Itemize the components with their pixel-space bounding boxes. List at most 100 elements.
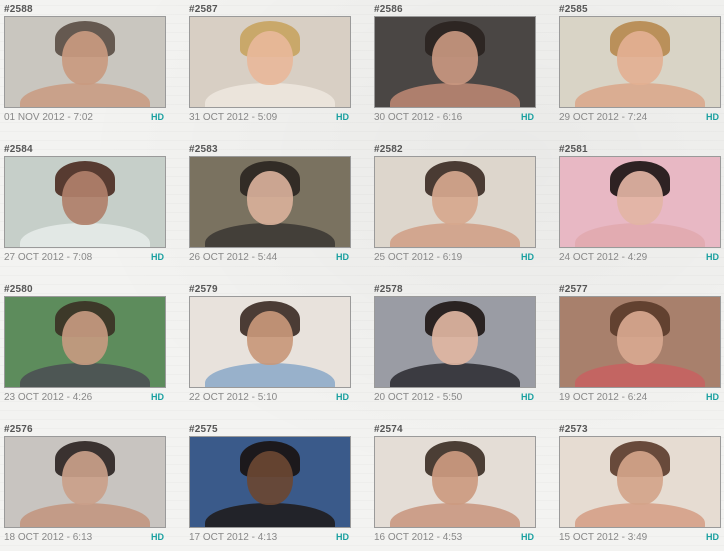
video-tile[interactable]: #2582 25 OCT 2012 - 6:19 HD xyxy=(374,143,536,271)
video-thumbnail[interactable] xyxy=(4,436,166,528)
video-thumbnail[interactable] xyxy=(189,16,351,108)
video-tile[interactable]: #2583 26 OCT 2012 - 5:44 HD xyxy=(189,143,351,271)
video-thumbnail[interactable] xyxy=(559,16,721,108)
thumb-figure-body xyxy=(390,83,520,107)
hd-badge[interactable]: HD xyxy=(151,532,166,542)
thumb-figure-body xyxy=(575,503,705,527)
video-tile[interactable]: #2576 18 OCT 2012 - 6:13 HD xyxy=(4,423,166,551)
video-id: #2586 xyxy=(374,4,403,15)
hd-badge[interactable]: HD xyxy=(521,112,536,122)
video-thumbnail[interactable] xyxy=(4,16,166,108)
video-thumbnail[interactable] xyxy=(4,156,166,248)
video-id: #2584 xyxy=(4,144,33,155)
video-thumbnail[interactable] xyxy=(374,156,536,248)
thumb-figure-face xyxy=(432,31,478,85)
video-meta: 20 OCT 2012 - 5:50 HD xyxy=(374,389,536,405)
hd-badge[interactable]: HD xyxy=(521,392,536,402)
video-tile[interactable]: #2581 24 OCT 2012 - 4:29 HD xyxy=(559,143,721,271)
video-meta: 17 OCT 2012 - 4:13 HD xyxy=(189,529,351,545)
video-thumbnail[interactable] xyxy=(4,296,166,388)
thumb-figure-body xyxy=(205,83,335,107)
thumb-figure-face xyxy=(432,451,478,505)
video-tile[interactable]: #2587 31 OCT 2012 - 5:09 HD xyxy=(189,3,351,131)
video-thumbnail[interactable] xyxy=(559,156,721,248)
thumb-figure-face xyxy=(432,311,478,365)
video-meta: 26 OCT 2012 - 5:44 HD xyxy=(189,249,351,265)
video-meta: 18 OCT 2012 - 6:13 HD xyxy=(4,529,166,545)
video-date: 22 OCT 2012 - 5:10 xyxy=(189,391,278,403)
video-date: 25 OCT 2012 - 6:19 xyxy=(374,251,463,263)
video-thumbnail[interactable] xyxy=(559,296,721,388)
video-meta: 15 OCT 2012 - 3:49 HD xyxy=(559,529,721,545)
hd-badge[interactable]: HD xyxy=(151,112,166,122)
thumb-figure-face xyxy=(62,311,108,365)
video-thumbnail[interactable] xyxy=(189,436,351,528)
thumb-figure-face xyxy=(617,451,663,505)
hd-badge[interactable]: HD xyxy=(706,112,721,122)
video-date: 30 OCT 2012 - 6:16 xyxy=(374,111,463,123)
video-id: #2581 xyxy=(559,144,588,155)
thumb-figure-body xyxy=(390,363,520,387)
thumb-figure-body xyxy=(20,83,150,107)
hd-badge[interactable]: HD xyxy=(336,252,351,262)
thumb-figure-face xyxy=(247,171,293,225)
video-id: #2574 xyxy=(374,424,403,435)
video-meta: 16 OCT 2012 - 4:53 HD xyxy=(374,529,536,545)
hd-badge[interactable]: HD xyxy=(521,252,536,262)
video-tile[interactable]: #2588 01 NOV 2012 - 7:02 HD xyxy=(4,3,166,131)
video-tile[interactable]: #2586 30 OCT 2012 - 6:16 HD xyxy=(374,3,536,131)
video-meta: 22 OCT 2012 - 5:10 HD xyxy=(189,389,351,405)
video-grid: #2588 01 NOV 2012 - 7:02 HD #2587 31 OCT… xyxy=(4,3,721,551)
video-tile[interactable]: #2577 19 OCT 2012 - 6:24 HD xyxy=(559,283,721,411)
thumb-figure-body xyxy=(20,223,150,247)
video-thumbnail[interactable] xyxy=(189,296,351,388)
hd-badge[interactable]: HD xyxy=(336,392,351,402)
video-meta: 19 OCT 2012 - 6:24 HD xyxy=(559,389,721,405)
video-id: #2576 xyxy=(4,424,33,435)
video-thumbnail[interactable] xyxy=(374,296,536,388)
thumb-figure-body xyxy=(20,503,150,527)
thumb-figure-face xyxy=(62,451,108,505)
video-tile[interactable]: #2579 22 OCT 2012 - 5:10 HD xyxy=(189,283,351,411)
video-thumbnail[interactable] xyxy=(374,16,536,108)
video-thumbnail[interactable] xyxy=(189,156,351,248)
thumb-figure-body xyxy=(205,503,335,527)
hd-badge[interactable]: HD xyxy=(706,252,721,262)
video-tile[interactable]: #2584 27 OCT 2012 - 7:08 HD xyxy=(4,143,166,271)
hd-badge[interactable]: HD xyxy=(706,532,721,542)
video-date: 20 OCT 2012 - 5:50 xyxy=(374,391,463,403)
video-thumbnail[interactable] xyxy=(559,436,721,528)
video-tile[interactable]: #2575 17 OCT 2012 - 4:13 HD xyxy=(189,423,351,551)
thumb-figure-body xyxy=(205,223,335,247)
thumb-figure-face xyxy=(62,31,108,85)
hd-badge[interactable]: HD xyxy=(151,392,166,402)
thumb-figure-body xyxy=(20,363,150,387)
video-date: 24 OCT 2012 - 4:29 xyxy=(559,251,648,263)
thumb-figure-body xyxy=(575,223,705,247)
video-date: 16 OCT 2012 - 4:53 xyxy=(374,531,463,543)
hd-badge[interactable]: HD xyxy=(336,532,351,542)
video-tile[interactable]: #2578 20 OCT 2012 - 5:50 HD xyxy=(374,283,536,411)
thumb-figure-face xyxy=(617,311,663,365)
thumb-figure-face xyxy=(617,31,663,85)
video-tile[interactable]: #2580 23 OCT 2012 - 4:26 HD xyxy=(4,283,166,411)
hd-badge[interactable]: HD xyxy=(336,112,351,122)
thumb-figure-face xyxy=(432,171,478,225)
video-date: 26 OCT 2012 - 5:44 xyxy=(189,251,278,263)
video-tile[interactable]: #2574 16 OCT 2012 - 4:53 HD xyxy=(374,423,536,551)
thumb-figure-face xyxy=(247,311,293,365)
video-tile[interactable]: #2585 29 OCT 2012 - 7:24 HD xyxy=(559,3,721,131)
video-date: 01 NOV 2012 - 7:02 xyxy=(4,111,93,123)
video-thumbnail[interactable] xyxy=(374,436,536,528)
hd-badge[interactable]: HD xyxy=(151,252,166,262)
video-date: 15 OCT 2012 - 3:49 xyxy=(559,531,648,543)
video-date: 19 OCT 2012 - 6:24 xyxy=(559,391,648,403)
thumb-figure-body xyxy=(390,503,520,527)
video-tile[interactable]: #2573 15 OCT 2012 - 3:49 HD xyxy=(559,423,721,551)
hd-badge[interactable]: HD xyxy=(521,532,536,542)
video-id: #2587 xyxy=(189,4,218,15)
video-id: #2583 xyxy=(189,144,218,155)
video-id: #2579 xyxy=(189,284,218,295)
hd-badge[interactable]: HD xyxy=(706,392,721,402)
video-meta: 25 OCT 2012 - 6:19 HD xyxy=(374,249,536,265)
